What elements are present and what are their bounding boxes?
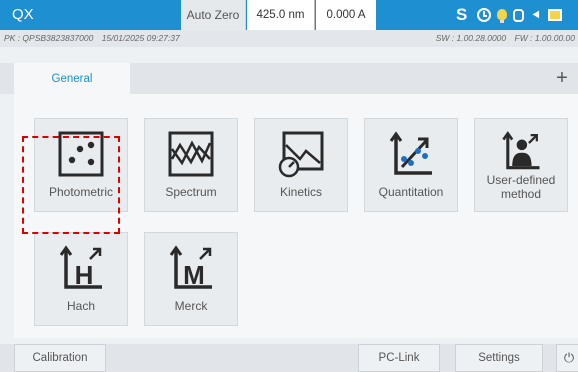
pc-link-button[interactable]: PC-Link [358,344,440,372]
date-time: 15/01/2025 09:27:37 [101,33,180,43]
device-info-bar: PK : QPSB3823837000 15/01/2025 09:27:37 … [0,30,578,47]
merck-icon: M [169,245,212,290]
hach-highlight-outline [22,136,120,234]
settings-button[interactable]: Settings [455,344,543,372]
hach-letter: H [75,260,94,290]
kinetics-icon [278,131,324,178]
bottom-bar: Calibration PC-Link Settings ⏻ [0,344,578,372]
app-title: QX [12,6,34,23]
spectrum-icon [168,131,214,177]
method-label: User-defined method [486,173,556,201]
product-key: PK : QPSB3823837000 [4,33,94,43]
method-label: Hach [66,299,95,313]
display-icon[interactable] [548,9,563,21]
tab-general[interactable]: General [14,63,130,94]
quantitation-icon [389,131,432,175]
status-icons: S ⯇ [456,0,568,30]
merck-letter: M [183,260,205,290]
user-defined-method-icon [502,131,540,170]
method-label: Spectrum [165,185,217,199]
software-version: SW : 1.00.28.0000 [435,33,507,43]
method-tile-quantitation[interactable]: Quantitation [364,118,458,212]
top-bar: QX Auto Zero 425.0 nm 0.000 A S ⯇ [0,0,578,30]
lamp-bulb-icon[interactable] [497,8,508,23]
power-button[interactable]: ⏻ [556,344,578,372]
firmware-version: FW : 1.00.00.00 [514,33,575,43]
status-s-icon[interactable]: S [456,5,467,25]
tab-strip: General + [0,63,578,94]
method-tile-user-defined[interactable]: User-defined method [474,118,568,212]
method-label: Merck [174,299,208,313]
usb-icon[interactable]: ⯇ [530,8,542,22]
method-label: Kinetics [279,185,323,199]
auto-zero-button[interactable]: Auto Zero [181,0,246,30]
clock-icon[interactable] [477,8,492,22]
calibration-button[interactable]: Calibration [14,344,106,372]
wavelength-readout[interactable]: 425.0 nm [247,0,315,30]
method-tile-hach[interactable]: H Hach [34,232,128,326]
method-tile-spectrum[interactable]: Spectrum [144,118,238,212]
add-tab-button[interactable]: + [550,66,574,90]
hach-icon: H [59,245,102,290]
method-tile-merck[interactable]: M Merck [144,232,238,326]
method-tile-kinetics[interactable]: Kinetics [254,118,348,212]
method-label: Quantitation [378,185,444,199]
absorbance-readout: 0.000 A [316,0,376,30]
lamp-icon[interactable] [513,8,525,22]
